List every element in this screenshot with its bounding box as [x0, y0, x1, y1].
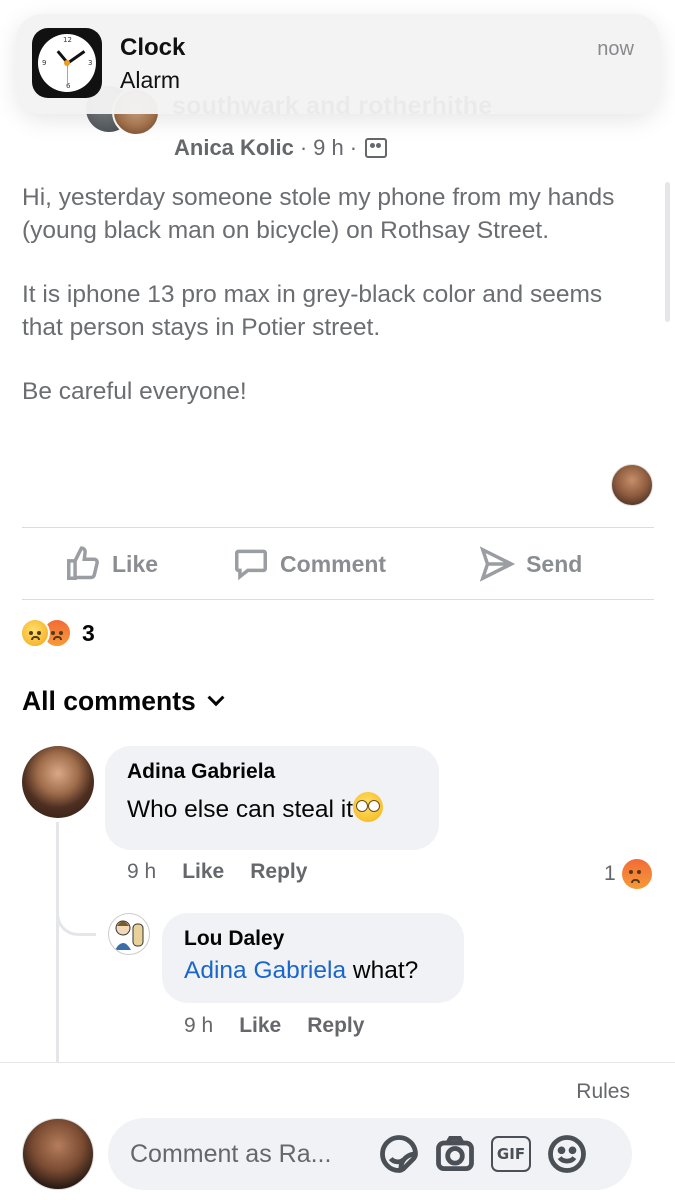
- comment-reaction-summary[interactable]: 1: [604, 859, 652, 889]
- meta-separator: ·: [349, 135, 358, 160]
- reply-meta: 9 h Like Reply: [184, 1014, 390, 1038]
- post-time[interactable]: 9 h: [313, 135, 344, 161]
- gif-icon[interactable]: GIF: [488, 1131, 534, 1177]
- notification-banner[interactable]: 12 3 6 9 Clock Alarm now: [16, 14, 660, 114]
- send-label: Send: [526, 550, 583, 577]
- angry-reaction-icon: [621, 859, 652, 889]
- clock-face-icon: 12 3 6 9: [38, 34, 96, 92]
- reply-text-line: Adina Gabriela what?: [184, 957, 442, 985]
- meta-separator: ·: [299, 135, 308, 160]
- comment-button[interactable]: Comment: [232, 545, 386, 583]
- reply-author-avatar[interactable]: [108, 913, 150, 955]
- status-bar-area: [0, 0, 675, 10]
- comment-bubble-icon: [235, 549, 268, 581]
- like-label: Like: [112, 550, 159, 577]
- group-audience-icon: [365, 138, 388, 158]
- commenter-name[interactable]: Adina Gabriela: [127, 760, 417, 784]
- reply-bubble[interactable]: Lou Daley Adina Gabriela what?: [162, 913, 464, 1003]
- comment-bubble[interactable]: Adina Gabriela Who else can steal it: [105, 746, 439, 850]
- send-button[interactable]: Send: [478, 545, 582, 583]
- emoji-icon[interactable]: [544, 1131, 590, 1177]
- camera-icon[interactable]: [432, 1131, 478, 1177]
- post-body: Hi, yesterday someone stole my phone fro…: [22, 182, 642, 441]
- rolling-eyes-emoji-icon: [353, 792, 384, 822]
- post-author[interactable]: Anica Kolic: [174, 135, 294, 161]
- post-paragraph: It is iphone 13 pro max in grey-black co…: [22, 281, 603, 341]
- divider: [22, 599, 654, 600]
- notification-time: now: [597, 38, 634, 60]
- send-icon: [479, 546, 516, 582]
- post-action-bar: Like Comment Send: [22, 528, 654, 600]
- comment-input-placeholder: Comment as Ra...: [130, 1139, 332, 1168]
- clock-app-icon: 12 3 6 9: [32, 28, 102, 98]
- thread-line: [56, 822, 59, 1062]
- comment-composer: Rules Comment as Ra... GIF: [0, 1062, 675, 1200]
- post-meta: Anica Kolic · 9 h ·: [174, 135, 388, 161]
- chevron-down-icon: [207, 688, 225, 706]
- mention-link[interactable]: Adina Gabriela: [184, 957, 346, 984]
- comment-input[interactable]: Comment as Ra... GIF: [108, 1118, 632, 1190]
- reply-reply-button[interactable]: Reply: [307, 1014, 364, 1038]
- commenter-avatar[interactable]: [22, 746, 94, 818]
- post-paragraph: Hi, yesterday someone stole my phone fro…: [22, 184, 615, 244]
- comment-reply-button[interactable]: Reply: [250, 860, 307, 884]
- cartoon-avatar-icon: [115, 920, 144, 950]
- notification-app-name: Clock: [120, 34, 186, 61]
- comment-sort-dropdown[interactable]: All comments: [22, 686, 225, 717]
- comment-time: 9 h: [127, 860, 157, 883]
- sticker-icon[interactable]: [376, 1131, 422, 1177]
- comment-reaction-count: 1: [604, 862, 616, 885]
- comment-like-button[interactable]: Like: [182, 860, 224, 884]
- thread-connector: [56, 880, 96, 936]
- reply-time: 9 h: [184, 1014, 214, 1037]
- reaction-count: 3: [82, 619, 95, 646]
- post-paragraph: Be careful everyone!: [22, 378, 247, 405]
- comment-text: Who else can steal it: [127, 796, 354, 823]
- thumbs-up-icon: [67, 546, 99, 580]
- comment-text-line: Who else can steal it: [127, 792, 417, 824]
- like-button[interactable]: Like: [64, 545, 158, 583]
- comment-label: Comment: [280, 550, 387, 577]
- current-user-avatar[interactable]: [22, 1118, 94, 1190]
- reply-text: what?: [346, 957, 419, 984]
- reply-like-button[interactable]: Like: [239, 1014, 281, 1038]
- rules-link[interactable]: Rules: [576, 1080, 630, 1104]
- sad-reaction-icon: [20, 618, 50, 648]
- scrollbar[interactable]: [665, 182, 670, 322]
- notification-message: Alarm: [120, 67, 181, 93]
- comment-meta: 9 h Like Reply: [127, 860, 333, 884]
- seen-by-avatar[interactable]: [611, 464, 653, 506]
- reaction-summary[interactable]: 3: [20, 618, 95, 648]
- comment-sort-label: All comments: [22, 686, 196, 716]
- reply-author-name[interactable]: Lou Daley: [184, 927, 442, 951]
- gif-label: GIF: [491, 1136, 531, 1172]
